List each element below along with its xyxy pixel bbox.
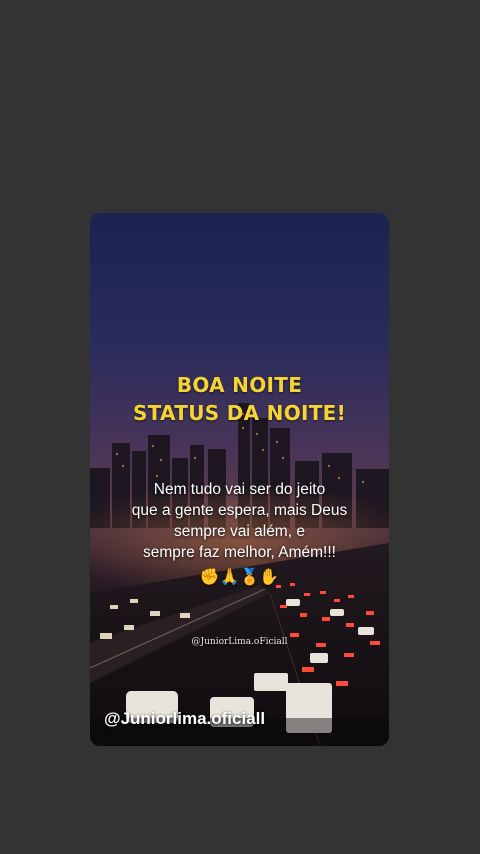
message-line: que a gente espera, mais Deus — [131, 502, 348, 519]
message-line: sempre faz melhor, Amém!!! — [143, 544, 336, 561]
emoji-row: ✊🙏🏅✋ — [199, 569, 280, 586]
watermark-text: @JuniorLima.oFiciall — [191, 637, 288, 647]
title-line-1: BOA NOITE — [176, 373, 303, 397]
author-handle[interactable]: @Juniorlima.oficiall — [104, 709, 265, 729]
title-line-2: STATUS DA NOITE! — [132, 401, 347, 425]
message-line: sempre vai além, e — [174, 523, 305, 540]
message-line: Nem tudo vai ser do jeito — [153, 481, 326, 498]
story-card[interactable]: BOA NOITE STATUS DA NOITE! Nem tudo vai … — [90, 213, 389, 746]
message-text: Nem tudo vai ser do jeito que a gente es… — [90, 479, 389, 563]
